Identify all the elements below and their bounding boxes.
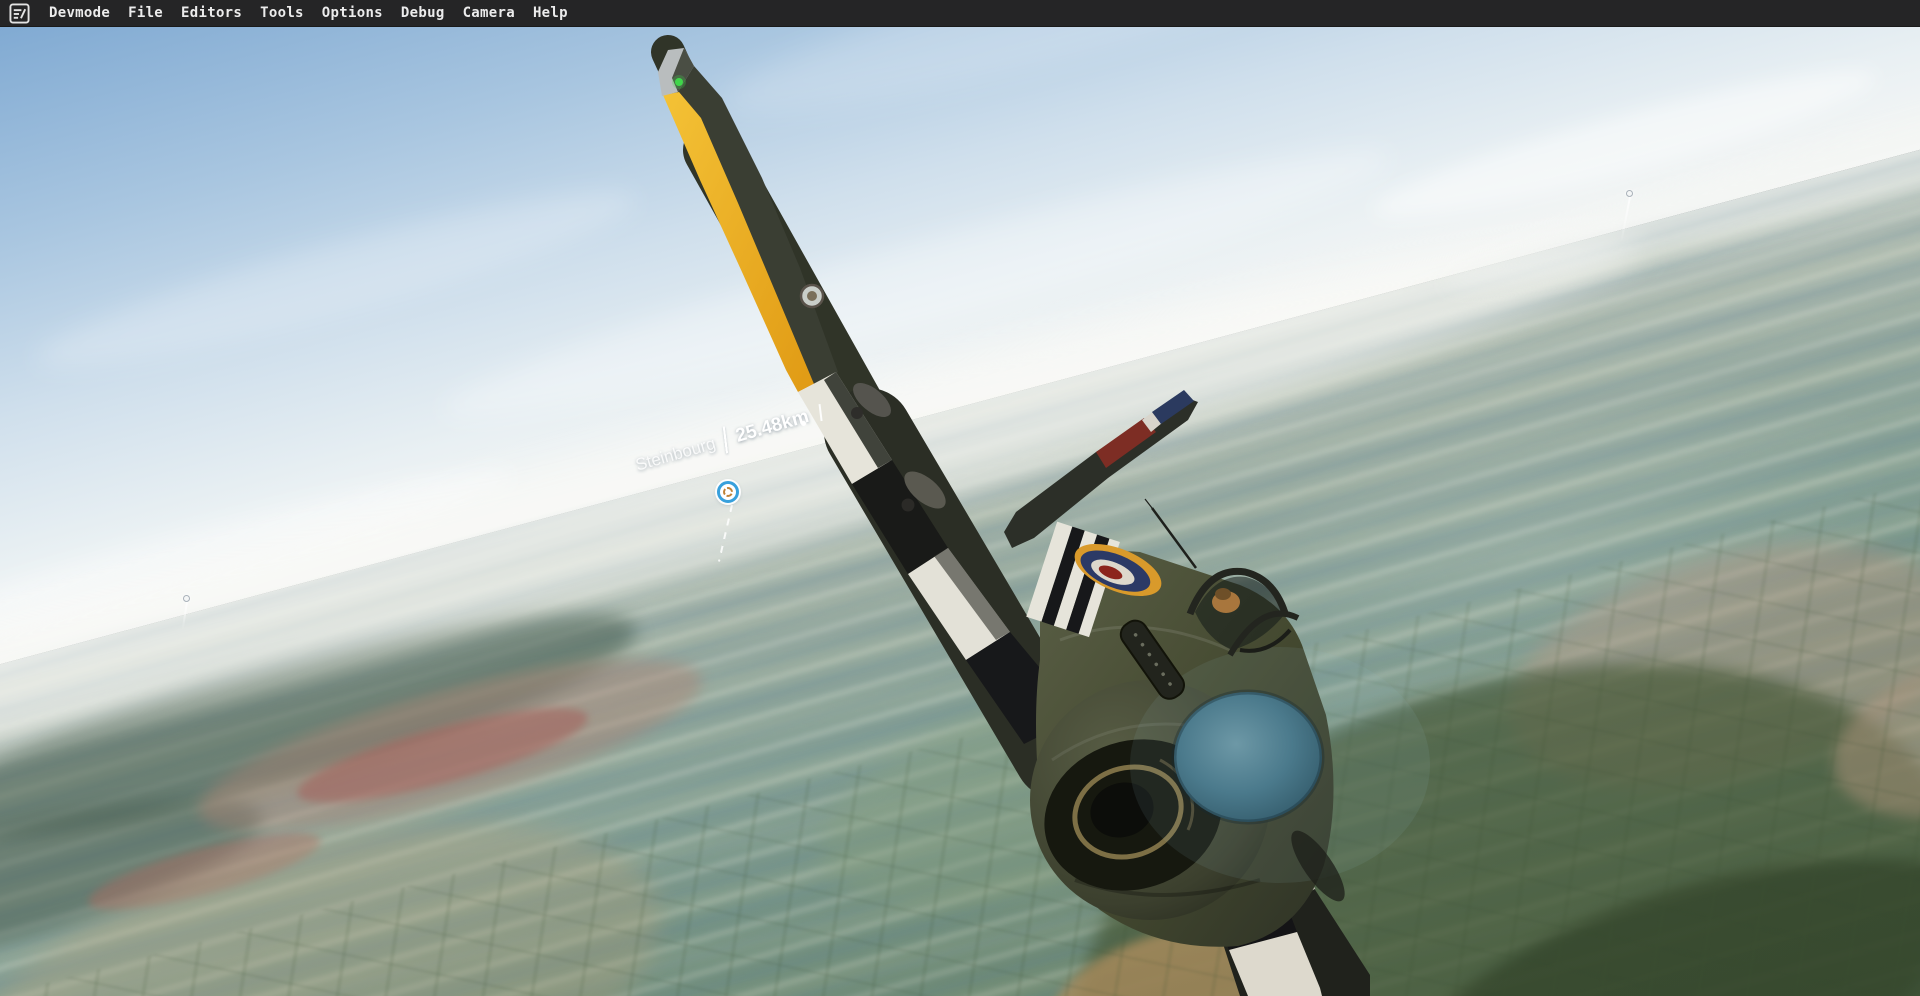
poi-trail	[181, 601, 188, 630]
menu-item-debug[interactable]: Debug	[392, 0, 454, 27]
menu-item-options[interactable]: Options	[313, 0, 392, 27]
poi-divider	[722, 426, 729, 454]
devmode-menu-bar: Devmode File Editors Tools Options Debug…	[0, 0, 1920, 27]
menu-item-editors[interactable]: Editors	[172, 0, 251, 27]
devmode-icon	[9, 2, 30, 24]
poi-circle-icon[interactable]	[717, 481, 739, 503]
menu-item-tools[interactable]: Tools	[251, 0, 313, 27]
menu-item-devmode[interactable]: Devmode	[40, 0, 119, 27]
menu-item-file[interactable]: File	[119, 0, 172, 27]
menu-item-help[interactable]: Help	[524, 0, 577, 27]
poi-end-dot-icon	[801, 421, 806, 426]
3d-viewport[interactable]	[0, 27, 1920, 996]
flight-sim-devmode-screen: Devmode File Editors Tools Options Debug…	[0, 0, 1920, 996]
distant-poi-marker[interactable]	[1620, 190, 1633, 243]
menu-item-camera[interactable]: Camera	[454, 0, 524, 27]
distant-poi-marker[interactable]	[181, 595, 190, 630]
